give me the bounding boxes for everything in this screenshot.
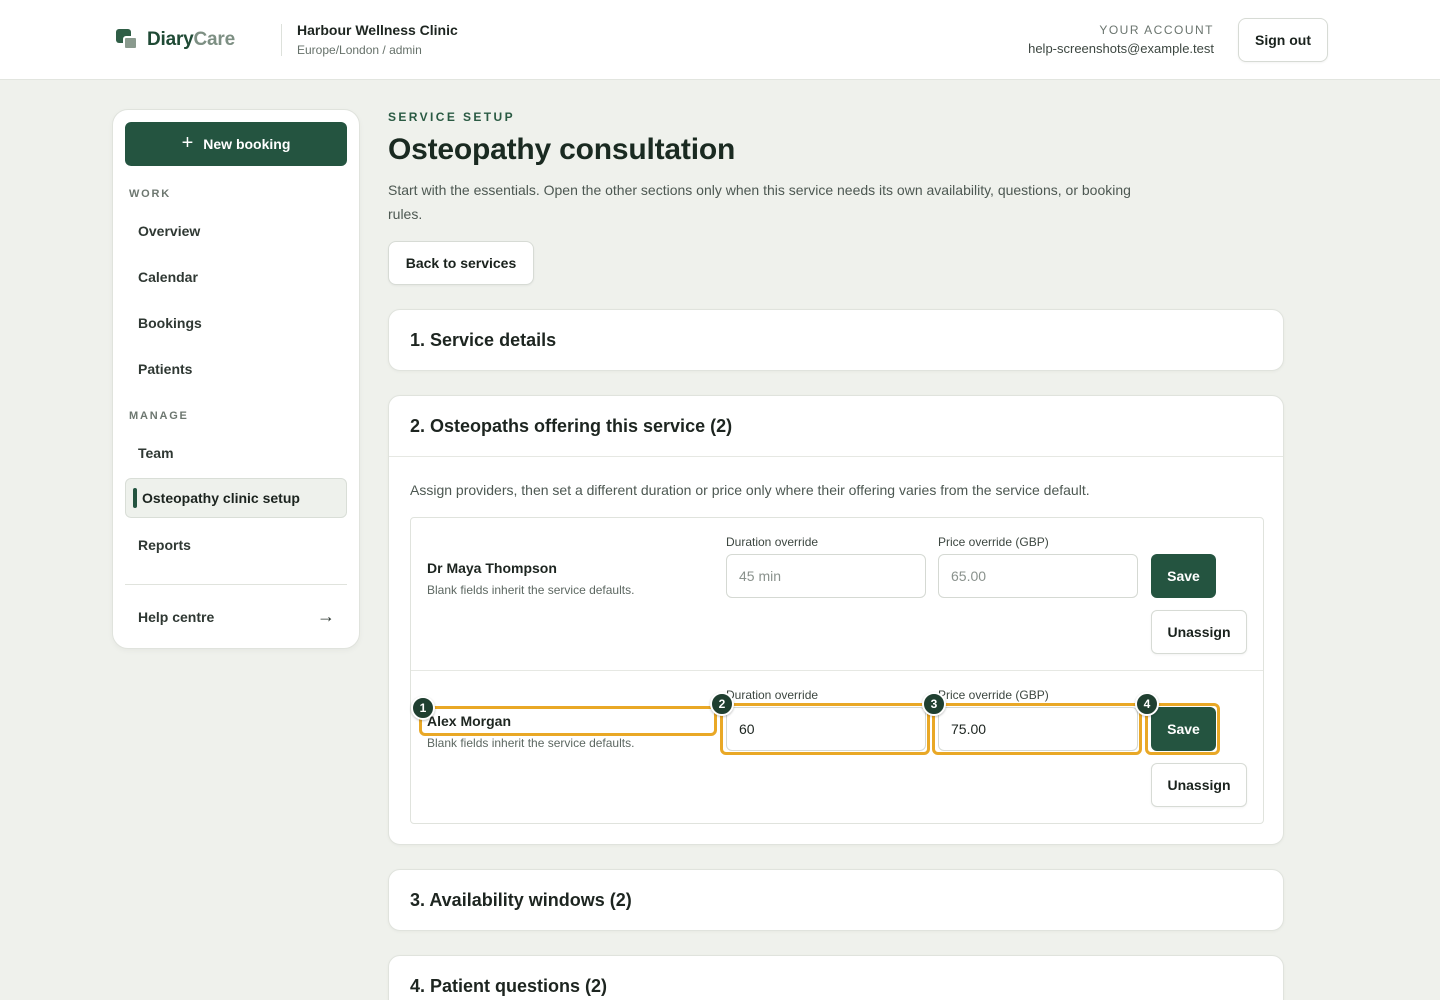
providers-description: Assign providers, then set a different d…	[410, 482, 1090, 498]
save-button[interactable]: Save	[1151, 554, 1216, 598]
section-availability-windows[interactable]: 3. Availability windows (2)	[388, 869, 1284, 931]
new-booking-label: New booking	[203, 136, 291, 152]
provider-name: Dr Maya Thompson	[427, 560, 557, 576]
plus-icon: +	[181, 132, 194, 154]
sidebar-item-patients[interactable]: Patients	[138, 361, 192, 377]
nav-section-manage: MANAGE	[129, 410, 189, 422]
section-title: 3. Availability windows (2)	[410, 890, 632, 910]
duration-override-input[interactable]: 60	[726, 707, 926, 751]
page-description: Start with the essentials. Open the othe…	[388, 182, 1131, 222]
annotation-badge: 2	[710, 692, 734, 716]
help-centre-link[interactable]: Help centre	[138, 609, 214, 625]
new-booking-button[interactable]: + New booking	[125, 122, 347, 166]
sidebar: + New booking WORK Overview Calendar Boo…	[112, 109, 360, 649]
providers-list: Dr Maya Thompson Blank fields inherit th…	[410, 517, 1264, 824]
duration-override-label: Duration override	[726, 535, 819, 549]
sidebar-item-reports[interactable]: Reports	[138, 537, 191, 553]
annotation-badge: 1	[411, 696, 435, 720]
back-to-services-button[interactable]: Back to services	[388, 241, 534, 285]
sidebar-item-osteopathy-clinic-setup[interactable]: Osteopathy clinic setup	[125, 478, 347, 518]
page-eyebrow: SERVICE SETUP	[388, 110, 516, 124]
sidebar-divider	[125, 584, 347, 585]
account-label: YOUR ACCOUNT	[1099, 23, 1214, 37]
section-service-details[interactable]: 1. Service details	[388, 309, 1284, 371]
section-title: 1. Service details	[410, 330, 557, 350]
annotation-badge: 3	[922, 692, 946, 716]
annotation-badge: 4	[1135, 692, 1159, 716]
sidebar-item-bookings[interactable]: Bookings	[138, 315, 202, 331]
duration-override-label: Duration override	[726, 688, 819, 702]
save-button[interactable]: Save	[1151, 707, 1216, 751]
section-divider	[389, 456, 1283, 457]
section-patient-questions[interactable]: 4. Patient questions (2)	[388, 955, 1284, 1000]
brand-name: DiaryCare	[147, 29, 235, 50]
unassign-button[interactable]: Unassign	[1151, 763, 1247, 807]
active-indicator	[133, 488, 137, 508]
arrow-right-icon[interactable]: →	[317, 606, 335, 627]
nav-section-work: WORK	[129, 188, 172, 200]
logo-icon	[116, 29, 139, 51]
price-override-label: Price override (GBP)	[938, 688, 1049, 702]
header-divider	[281, 24, 282, 56]
sign-out-button[interactable]: Sign out	[1238, 18, 1328, 62]
section-osteopaths: 2. Osteopaths offering this service (2) …	[388, 395, 1284, 845]
brand-logo[interactable]: DiaryCare	[116, 29, 235, 51]
price-override-input[interactable]: 75.00	[938, 707, 1138, 751]
provider-divider	[411, 670, 1263, 671]
clinic-name: Harbour Wellness Clinic	[297, 22, 458, 38]
price-override-input[interactable]: 65.00	[938, 554, 1138, 598]
price-override-label: Price override (GBP)	[938, 535, 1049, 549]
page-title: Osteopathy consultation	[388, 133, 736, 166]
provider-hint: Blank fields inherit the service default…	[427, 583, 635, 597]
provider-hint: Blank fields inherit the service default…	[427, 736, 635, 750]
sidebar-item-label: Osteopathy clinic setup	[142, 490, 300, 506]
sidebar-item-calendar[interactable]: Calendar	[138, 269, 198, 285]
top-bar: DiaryCare Harbour Wellness Clinic Europe…	[0, 0, 1440, 80]
provider-name: Alex Morgan	[427, 713, 512, 729]
sidebar-item-overview[interactable]: Overview	[138, 223, 200, 239]
duration-override-input[interactable]: 45 min	[726, 554, 926, 598]
sidebar-item-team[interactable]: Team	[138, 445, 174, 461]
clinic-timezone-role: Europe/London / admin	[297, 43, 422, 57]
unassign-button[interactable]: Unassign	[1151, 610, 1247, 654]
account-email: help-screenshots@example.test	[1028, 41, 1214, 56]
section-title[interactable]: 2. Osteopaths offering this service (2)	[410, 416, 732, 437]
section-title: 4. Patient questions (2)	[410, 976, 608, 996]
